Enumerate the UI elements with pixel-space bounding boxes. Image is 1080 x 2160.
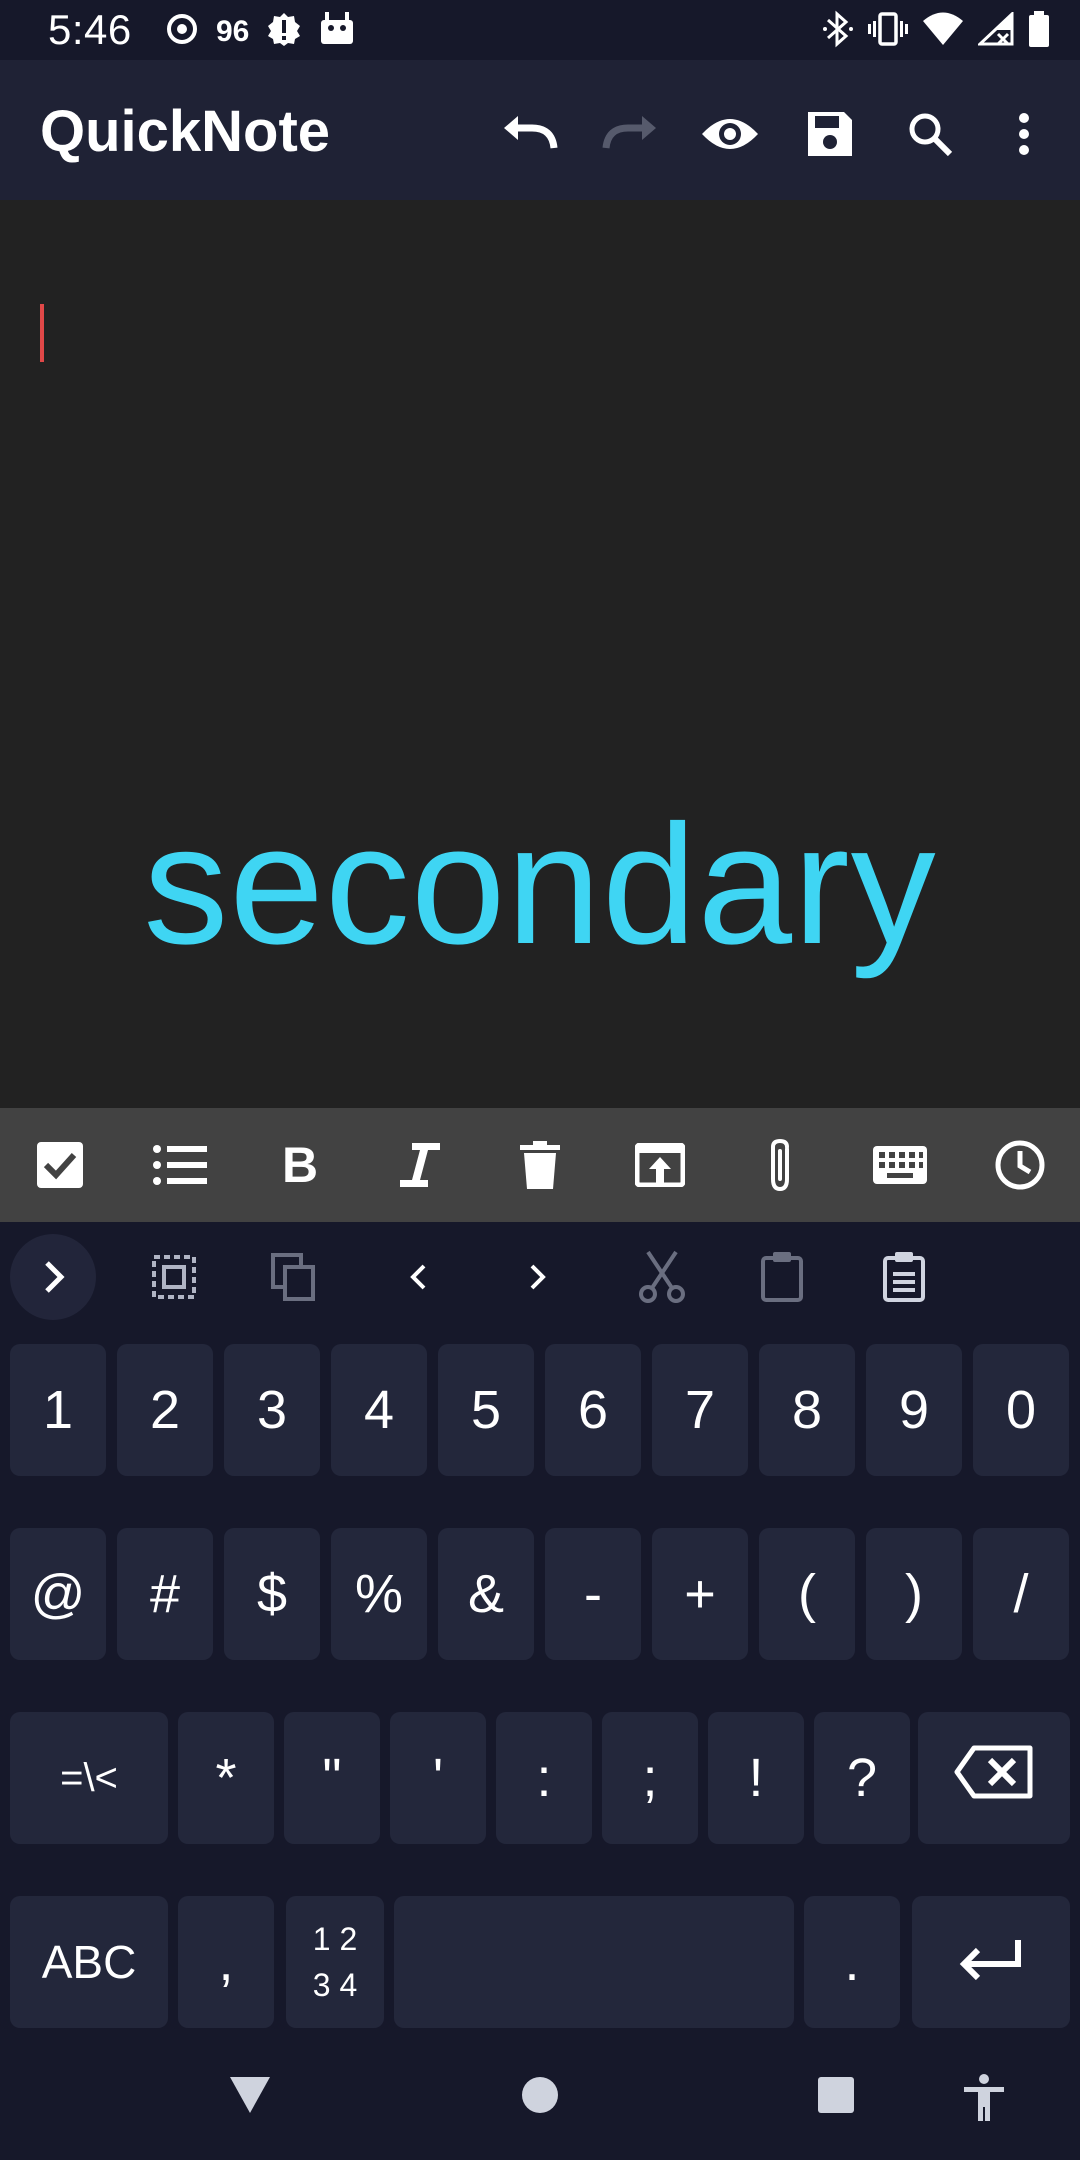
numpad-label-line1: 1 2 — [312, 1921, 358, 1957]
key-percent[interactable]: % — [331, 1528, 427, 1660]
status-left-icons: 96 — [166, 12, 355, 51]
key-at[interactable]: @ — [10, 1528, 106, 1660]
redo-icon[interactable] — [600, 104, 660, 164]
no-signal-icon — [976, 10, 1014, 51]
key-abc[interactable]: ABC — [10, 1896, 168, 2028]
key-minus[interactable]: - — [545, 1528, 641, 1660]
battery-icon — [1028, 11, 1050, 52]
keyboard-toolbar — [0, 1222, 1080, 1332]
enter-icon — [956, 1931, 1026, 1993]
clipboard-icon[interactable] — [874, 1247, 934, 1307]
key-open-paren[interactable]: ( — [759, 1528, 855, 1660]
key-double-quote[interactable]: " — [284, 1712, 380, 1844]
select-all-icon[interactable] — [144, 1247, 204, 1307]
bullet-list-icon[interactable] — [150, 1135, 210, 1195]
key-hash[interactable]: # — [117, 1528, 213, 1660]
key-numpad[interactable]: 1 2 3 4 — [286, 1896, 384, 2028]
wifi-icon — [922, 12, 964, 51]
cursor-left-icon[interactable] — [388, 1247, 448, 1307]
notification-count: 96 — [216, 14, 250, 48]
search-icon[interactable] — [900, 104, 960, 164]
key-3[interactable]: 3 — [224, 1344, 320, 1476]
note-content: secondary — [143, 790, 937, 980]
attachment-icon[interactable] — [750, 1135, 810, 1195]
key-close-paren[interactable]: ) — [866, 1528, 962, 1660]
key-exclamation[interactable]: ! — [708, 1712, 804, 1844]
key-colon[interactable]: : — [496, 1712, 592, 1844]
key-period[interactable]: . — [804, 1896, 900, 2028]
copy-icon[interactable] — [264, 1247, 324, 1307]
format-toolbar: B — [0, 1108, 1080, 1222]
accessibility-icon[interactable] — [956, 2070, 1012, 2126]
key-more-symbols[interactable]: =\< — [10, 1712, 168, 1844]
clock-icon[interactable] — [990, 1135, 1050, 1195]
key-comma[interactable]: , — [178, 1896, 274, 2028]
paste-icon[interactable] — [752, 1247, 812, 1307]
bluetooth-icon — [822, 10, 854, 53]
bold-icon[interactable]: B — [270, 1135, 330, 1195]
key-plus[interactable]: + — [652, 1528, 748, 1660]
status-time: 5:46 — [48, 6, 132, 53]
cursor-right-icon[interactable] — [508, 1247, 568, 1307]
status-right-icons — [822, 10, 1050, 53]
space-key[interactable] — [394, 1896, 794, 2028]
enter-key[interactable] — [912, 1896, 1070, 2028]
app-title: QuickNote — [40, 99, 331, 164]
key-question[interactable]: ? — [814, 1712, 910, 1844]
backspace-icon — [954, 1745, 1034, 1812]
cut-icon[interactable] — [632, 1247, 692, 1307]
key-asterisk[interactable]: * — [178, 1712, 274, 1844]
key-6[interactable]: 6 — [545, 1344, 641, 1476]
key-4[interactable]: 4 — [331, 1344, 427, 1476]
key-9[interactable]: 9 — [866, 1344, 962, 1476]
text-cursor — [40, 304, 44, 362]
key-7[interactable]: 7 — [652, 1344, 748, 1476]
back-icon[interactable] — [220, 2070, 280, 2120]
key-8[interactable]: 8 — [759, 1344, 855, 1476]
note-editor[interactable]: secondary — [0, 200, 1080, 1108]
android-icon — [319, 12, 355, 51]
preview-eye-icon[interactable] — [700, 104, 760, 164]
keyboard-icon[interactable] — [870, 1135, 930, 1195]
key-single-quote[interactable]: ' — [390, 1712, 486, 1844]
delete-icon[interactable] — [510, 1135, 570, 1195]
key-semicolon[interactable]: ; — [602, 1712, 698, 1844]
more-vert-icon[interactable] — [994, 104, 1054, 164]
save-icon[interactable] — [800, 104, 860, 164]
home-icon[interactable] — [510, 2070, 570, 2120]
key-5[interactable]: 5 — [438, 1344, 534, 1476]
navigation-bar — [0, 2040, 1080, 2160]
undo-icon[interactable] — [500, 104, 560, 164]
app-bar: QuickNote — [0, 60, 1080, 200]
key-dollar[interactable]: $ — [224, 1528, 320, 1660]
key-1[interactable]: 1 — [10, 1344, 106, 1476]
italic-icon[interactable] — [390, 1135, 450, 1195]
checkbox-icon[interactable] — [30, 1135, 90, 1195]
expand-arrow-icon[interactable] — [10, 1234, 96, 1320]
key-slash[interactable]: / — [973, 1528, 1069, 1660]
numpad-label-line2: 3 4 — [312, 1967, 358, 2003]
key-ampersand[interactable]: & — [438, 1528, 534, 1660]
vibrate-icon — [868, 12, 908, 51]
key-0[interactable]: 0 — [973, 1344, 1069, 1476]
open-in-icon[interactable] — [630, 1135, 690, 1195]
moon-sync-icon — [166, 13, 198, 50]
recents-icon[interactable] — [806, 2070, 866, 2120]
alert-icon — [267, 12, 301, 51]
status-bar: 5:46 96 — [0, 0, 1080, 60]
key-2[interactable]: 2 — [117, 1344, 213, 1476]
backspace-key[interactable] — [918, 1712, 1070, 1844]
